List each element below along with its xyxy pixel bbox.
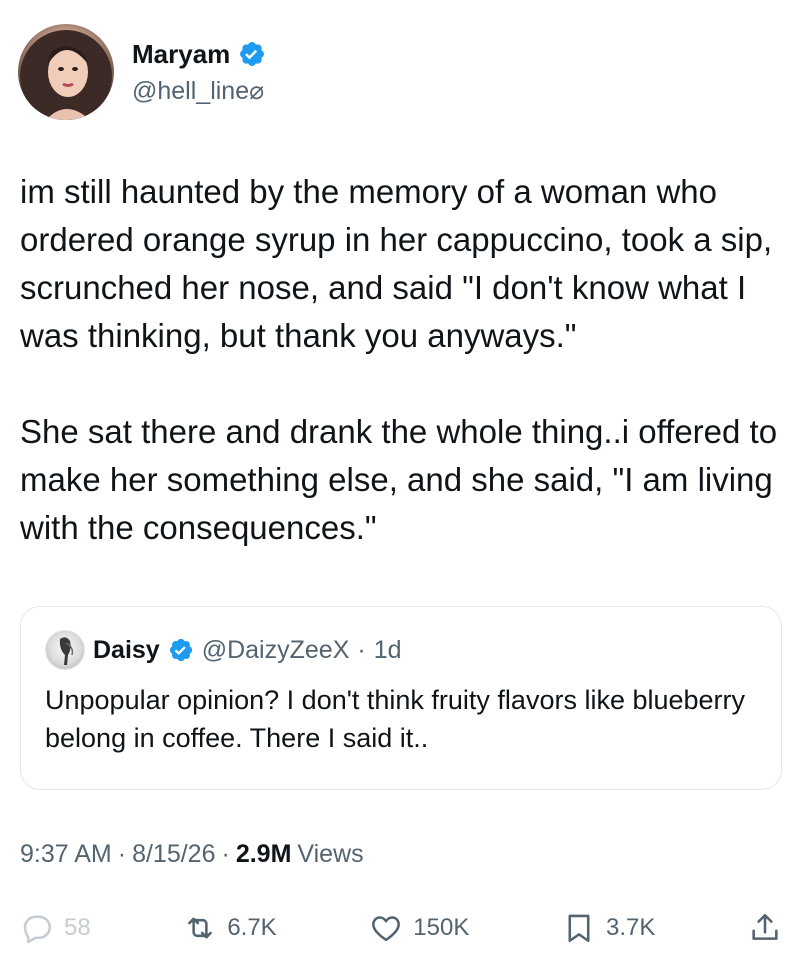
quote-verified-badge-icon <box>169 638 192 662</box>
quote-age: 1d <box>373 635 402 664</box>
quote-text: Unpopular opinion? I don't think fruity … <box>45 685 746 753</box>
tweet-time[interactable]: 9:37 AM <box>20 840 112 869</box>
repost-button[interactable]: 6.7K <box>183 911 277 945</box>
author-info: Maryam @hell_line⌀ <box>132 39 266 106</box>
reply-icon <box>23 915 52 944</box>
quote-author-handle: @DaizyZeeX <box>201 635 350 664</box>
quote-meta-separator: · <box>357 635 366 664</box>
views-label: Views <box>297 840 364 868</box>
tweet-date[interactable]: 8/15/26 <box>132 840 215 869</box>
repost-icon <box>188 917 213 939</box>
timestamp-separator: · <box>117 840 127 868</box>
bookmark-button[interactable]: 3.7K <box>562 911 655 945</box>
bookmark-count: 3.7K <box>605 914 656 941</box>
quote-header: Daisy @DaizyZeeX · 1d <box>45 629 757 671</box>
quote-avatar-illustration <box>59 637 74 665</box>
bookmark-icon <box>568 914 590 943</box>
avatar-illustration <box>20 30 112 120</box>
author-avatar[interactable] <box>18 24 114 120</box>
repost-count: 6.7K <box>227 914 277 941</box>
quote-author-name: Daisy <box>93 635 160 664</box>
views-count: 2.9M <box>235 840 292 868</box>
author-name-row: Maryam <box>132 39 266 70</box>
like-count: 150K <box>413 914 470 941</box>
reply-button[interactable]: 58 <box>20 911 91 945</box>
tweet-text: im still haunted by the memory of a woma… <box>20 173 778 546</box>
tweet-actions-bar: 58 6.7K 150K 3.7K <box>20 905 782 951</box>
share-button[interactable] <box>748 911 782 945</box>
verified-badge-icon[interactable] <box>238 40 266 68</box>
tweet-timestamp: 9:37 AM · 8/15/26 · 2.9M Views <box>20 840 364 869</box>
reply-count: 58 <box>64 914 91 941</box>
heart-icon <box>372 916 401 942</box>
author-handle[interactable]: @hell_line⌀ <box>132 76 266 106</box>
quote-author-avatar <box>45 630 85 670</box>
quote-tweet-card[interactable]: Daisy @DaizyZeeX · 1d Unpopular opinion?… <box>20 606 782 790</box>
tweet-header: Maryam @hell_line⌀ <box>18 24 266 120</box>
like-button[interactable]: 150K <box>369 911 469 945</box>
timestamp-separator: · <box>221 840 230 868</box>
share-icon <box>752 913 778 940</box>
author-name[interactable]: Maryam <box>132 39 230 70</box>
